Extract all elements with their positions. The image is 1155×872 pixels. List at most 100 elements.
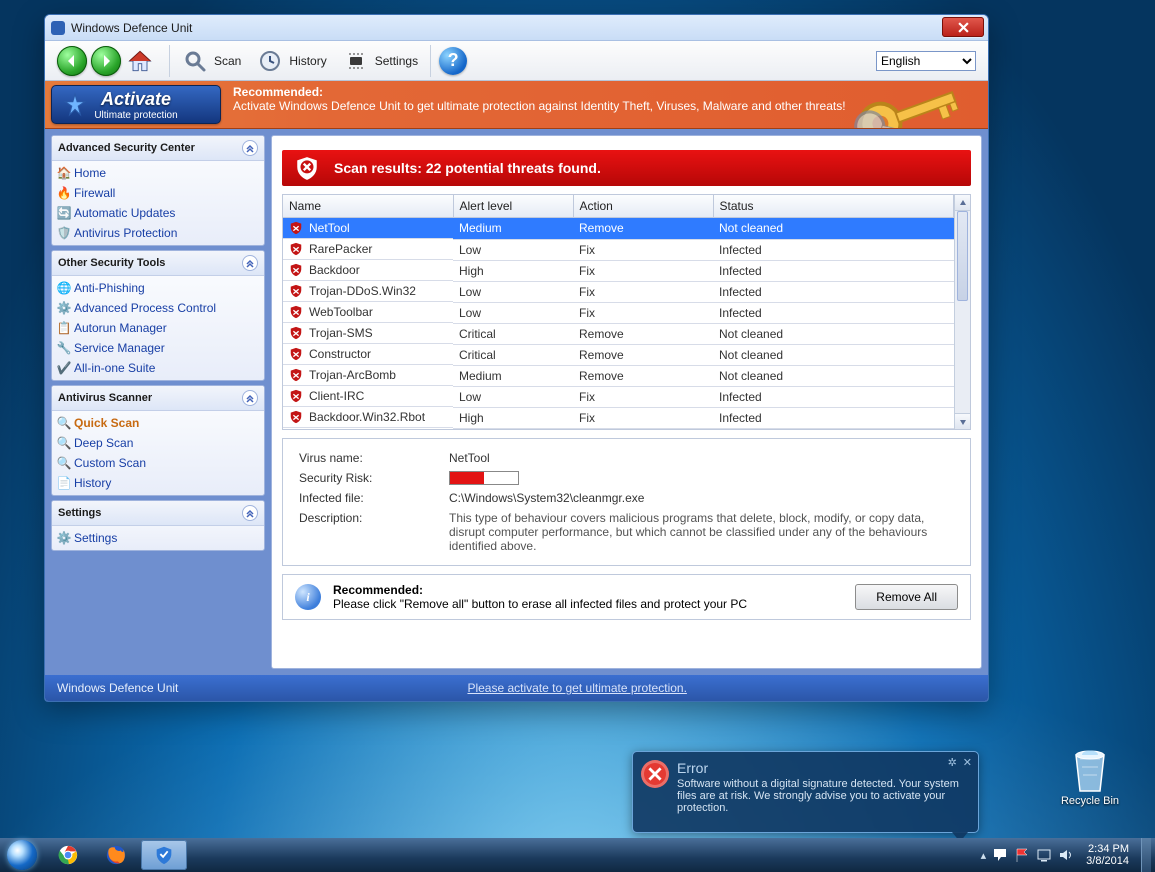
- window-title: Windows Defence Unit: [71, 21, 192, 35]
- chip-icon: [343, 48, 369, 74]
- item-icon: 🌐: [56, 280, 72, 296]
- collapse-icon[interactable]: [242, 255, 258, 271]
- table-row[interactable]: Trojan-SMSCriticalRemoveNot cleaned: [283, 323, 954, 344]
- taskbar[interactable]: ▴ 2:34 PM 3/8/2014: [0, 838, 1155, 872]
- remove-all-button[interactable]: Remove All: [855, 584, 958, 610]
- scroll-thumb[interactable]: [957, 211, 968, 301]
- table-row[interactable]: BackdoorHighFixInfected: [283, 260, 954, 281]
- sidebar-item[interactable]: 🔄Automatic Updates: [52, 203, 264, 223]
- sidebar-item[interactable]: 🔥Firewall: [52, 183, 264, 203]
- panel-header[interactable]: Antivirus Scanner: [52, 386, 264, 411]
- titlebar[interactable]: Windows Defence Unit: [45, 15, 988, 41]
- table-row[interactable]: Trojan-DDoS.Win32LowFixInfected: [283, 281, 954, 302]
- back-button[interactable]: [57, 46, 87, 76]
- system-tray[interactable]: ▴ 2:34 PM 3/8/2014: [981, 838, 1155, 872]
- col-header[interactable]: Status: [713, 195, 954, 218]
- info-icon: i: [295, 584, 321, 610]
- table-row[interactable]: ConstructorCriticalRemoveNot cleaned: [283, 344, 954, 365]
- col-header[interactable]: Alert level: [453, 195, 573, 218]
- sidebar-item[interactable]: 🌐Anti-Phishing: [52, 278, 264, 298]
- main-panel: Scan results: 22 potential threats found…: [271, 135, 982, 669]
- start-button[interactable]: [0, 838, 44, 872]
- sidebar-item[interactable]: 🏠Home: [52, 163, 264, 183]
- recommendation-bar: i Recommended: Please click "Remove all"…: [282, 574, 971, 620]
- sidebar-panel: Advanced Security Center🏠Home🔥Firewall🔄A…: [51, 135, 265, 246]
- results-heading: Scan results: 22 potential threats found…: [334, 160, 601, 176]
- item-icon: ⚙️: [56, 530, 72, 546]
- panel-header[interactable]: Other Security Tools: [52, 251, 264, 276]
- toolbar-settings[interactable]: Settings: [339, 46, 422, 76]
- show-desktop[interactable]: [1141, 838, 1151, 872]
- table-row[interactable]: WebToolbarLowFixInfected: [283, 302, 954, 323]
- tray-action-center-icon[interactable]: [992, 847, 1008, 863]
- table-row[interactable]: Backdoor.Win32.RbotHighFixInfected: [283, 407, 954, 428]
- item-icon: ✔️: [56, 360, 72, 376]
- taskbar-app-defence[interactable]: [141, 840, 187, 870]
- table-row[interactable]: Trojan-ArcBombMediumRemoveNot cleaned: [283, 365, 954, 386]
- app-icon: [51, 21, 65, 35]
- table-row[interactable]: RarePackerLowFixInfected: [283, 239, 954, 260]
- collapse-icon[interactable]: [242, 390, 258, 406]
- sidebar: Advanced Security Center🏠Home🔥Firewall🔄A…: [51, 135, 265, 675]
- activate-button[interactable]: Activate Ultimate protection: [51, 85, 221, 124]
- recycle-bin[interactable]: Recycle Bin: [1055, 745, 1125, 807]
- search-icon: [182, 48, 208, 74]
- sidebar-item[interactable]: 🔍Custom Scan: [52, 453, 264, 473]
- panel-header[interactable]: Settings: [52, 501, 264, 526]
- statusbar: Windows Defence Unit Please activate to …: [45, 675, 988, 701]
- item-icon: 🔄: [56, 205, 72, 221]
- app-window: Windows Defence Unit Scan History Settin…: [44, 14, 989, 702]
- scrollbar[interactable]: [954, 195, 970, 429]
- sidebar-item[interactable]: 🛡️Antivirus Protection: [52, 223, 264, 243]
- item-icon: 🔍: [56, 435, 72, 451]
- taskbar-app-firefox[interactable]: [93, 840, 139, 870]
- error-icon: [641, 760, 669, 788]
- recycle-bin-icon: [1068, 745, 1112, 793]
- balloon-text: Software without a digital signature det…: [677, 778, 968, 814]
- col-header[interactable]: Action: [573, 195, 713, 218]
- table-row[interactable]: NetToolMediumRemoveNot cleaned: [283, 218, 954, 240]
- taskbar-clock[interactable]: 2:34 PM 3/8/2014: [1080, 843, 1135, 867]
- details-panel: Virus name:NetTool Security Risk: Infect…: [282, 438, 971, 566]
- collapse-icon[interactable]: [242, 505, 258, 521]
- language-select[interactable]: English: [876, 51, 976, 71]
- col-header[interactable]: Name: [283, 195, 453, 218]
- sidebar-item[interactable]: 🔍Deep Scan: [52, 433, 264, 453]
- toolbar-history[interactable]: History: [253, 46, 330, 76]
- collapse-icon[interactable]: [242, 140, 258, 156]
- sidebar-item[interactable]: 📋Autorun Manager: [52, 318, 264, 338]
- table-row[interactable]: Client-IRCLowFixInfected: [283, 386, 954, 407]
- panel-header[interactable]: Advanced Security Center: [52, 136, 264, 161]
- status-activate-link[interactable]: Please activate to get ultimate protecti…: [467, 681, 686, 695]
- sidebar-panel: Antivirus Scanner🔍Quick Scan🔍Deep Scan🔍C…: [51, 385, 265, 496]
- sidebar-item[interactable]: 📄History: [52, 473, 264, 493]
- sidebar-item[interactable]: ✔️All-in-one Suite: [52, 358, 264, 378]
- scroll-down[interactable]: [955, 413, 970, 429]
- balloon-close-icon[interactable]: ✕: [963, 756, 972, 769]
- tray-chevron-up-icon[interactable]: ▴: [981, 849, 987, 862]
- taskbar-app-chrome[interactable]: [45, 840, 91, 870]
- status-app: Windows Defence Unit: [57, 681, 178, 695]
- forward-button[interactable]: [91, 46, 121, 76]
- toolbar-scan[interactable]: Scan: [178, 46, 245, 76]
- tray-flag-icon[interactable]: [1014, 847, 1030, 863]
- tray-volume-icon[interactable]: [1058, 847, 1074, 863]
- balloon-settings-icon[interactable]: ✲: [948, 756, 957, 769]
- close-icon: [958, 22, 969, 33]
- results-table: NameAlert levelActionStatus NetToolMediu…: [282, 194, 971, 430]
- item-icon: 🏠: [56, 165, 72, 181]
- sidebar-item[interactable]: 🔧Service Manager: [52, 338, 264, 358]
- sidebar-item[interactable]: ⚙️Settings: [52, 528, 264, 548]
- help-button[interactable]: ?: [439, 47, 467, 75]
- home-button[interactable]: [125, 47, 155, 75]
- language-selector[interactable]: English: [876, 51, 976, 71]
- close-button[interactable]: [942, 17, 984, 37]
- sidebar-item[interactable]: 🔍Quick Scan: [52, 413, 264, 433]
- item-icon: 🔧: [56, 340, 72, 356]
- scroll-up[interactable]: [955, 195, 970, 211]
- sidebar-item[interactable]: ⚙️Advanced Process Control: [52, 298, 264, 318]
- notification-balloon[interactable]: ✲ ✕ Error Software without a digital sig…: [632, 751, 979, 833]
- item-icon: 📋: [56, 320, 72, 336]
- shield-x-icon: [294, 155, 320, 181]
- tray-network-icon[interactable]: [1036, 847, 1052, 863]
